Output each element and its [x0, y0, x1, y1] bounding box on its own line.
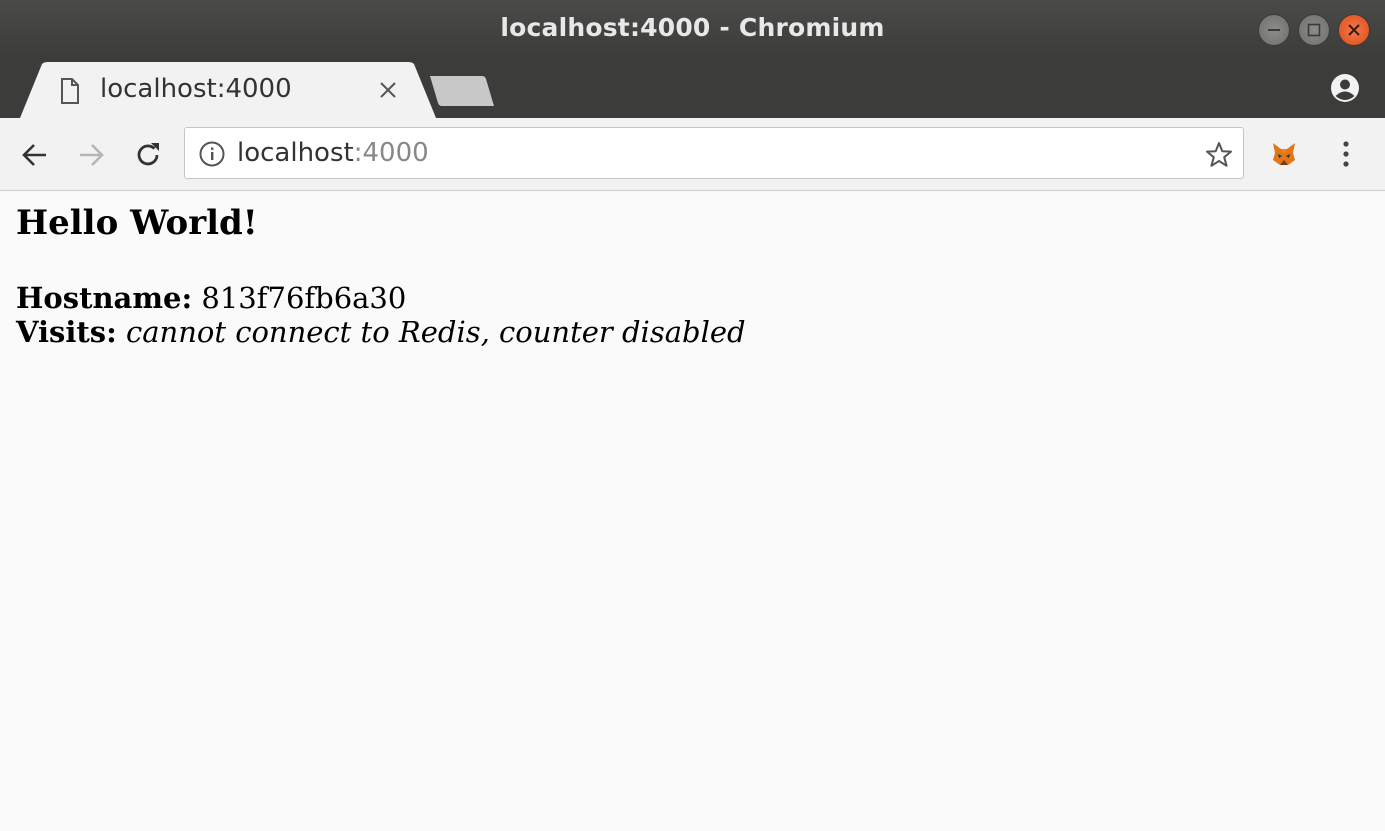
metamask-fox-icon[interactable]	[1270, 140, 1298, 168]
page-content: Hello World! Hostname: 813f76fb6a30 Visi…	[0, 191, 1385, 831]
forward-arrow-icon[interactable]	[76, 140, 106, 170]
menu-icon[interactable]	[1336, 138, 1356, 170]
tab-close-icon[interactable]	[378, 80, 398, 100]
close-icon	[1348, 24, 1360, 36]
star-icon[interactable]	[1205, 141, 1233, 169]
page-icon	[61, 78, 79, 104]
url-host: localhost	[237, 138, 354, 168]
back-arrow-icon[interactable]	[20, 140, 50, 170]
maximize-button[interactable]	[1298, 14, 1330, 46]
new-tab-button[interactable]	[428, 76, 496, 106]
hostname-line: Hostname: 813f76fb6a30	[16, 281, 406, 315]
visits-label: Visits:	[16, 315, 117, 349]
info-icon[interactable]	[199, 141, 225, 167]
hostname-value: 813f76fb6a30	[201, 281, 407, 315]
minimize-icon	[1268, 29, 1280, 31]
address-bar[interactable]: localhost:4000	[184, 127, 1244, 179]
window-title: localhost:4000 - Chromium	[500, 13, 885, 42]
hostname-label: Hostname:	[16, 281, 193, 315]
url-port: :4000	[353, 138, 429, 168]
window-titlebar: localhost:4000 - Chromium	[0, 0, 1385, 58]
visits-line: Visits: cannot connect to Redis, counter…	[16, 315, 746, 349]
page-heading: Hello World!	[16, 203, 258, 243]
url-text: localhost:4000	[237, 138, 429, 168]
close-window-button[interactable]	[1338, 14, 1370, 46]
visits-value: cannot connect to Redis, counter disable…	[126, 315, 746, 349]
tab-strip: localhost:4000	[0, 58, 1385, 118]
reload-icon[interactable]	[132, 139, 164, 171]
tab-title: localhost:4000	[100, 74, 292, 104]
tab-localhost[interactable]: localhost:4000	[20, 62, 436, 118]
profile-icon[interactable]	[1330, 73, 1360, 103]
maximize-icon	[1307, 23, 1321, 37]
minimize-button[interactable]	[1258, 14, 1290, 46]
browser-toolbar: localhost:4000	[0, 118, 1385, 191]
